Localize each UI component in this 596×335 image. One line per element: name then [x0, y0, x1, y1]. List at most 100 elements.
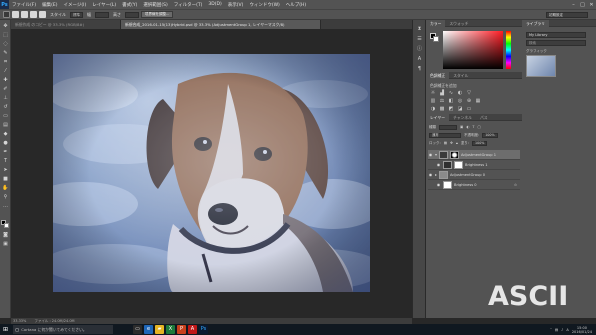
channel-mixer-icon[interactable]: ⊕	[466, 98, 472, 104]
filter-adjust-icon[interactable]: ◐	[466, 125, 469, 129]
crop-tool-icon[interactable]: ⌗	[2, 59, 9, 65]
file-explorer-icon[interactable]: ▰	[155, 325, 164, 334]
menu-window[interactable]: ウィンドウ(W)	[246, 2, 282, 8]
threshold-icon[interactable]: ◩	[448, 106, 454, 112]
screen-mode-icon[interactable]: ▣	[2, 241, 9, 247]
pen-tool-icon[interactable]: ✒	[2, 149, 9, 155]
hue-slider[interactable]	[506, 31, 511, 69]
tab-color[interactable]: カラー	[426, 19, 446, 27]
blend-mode-select[interactable]: 通常	[429, 132, 461, 138]
cortana-search-text[interactable]: Cortana に何か聞いてみてください。	[21, 327, 86, 333]
layer-row[interactable]: ◉ Brightness 0 ⊙	[428, 180, 520, 190]
brush-tool-icon[interactable]: ✐	[2, 86, 9, 92]
quick-mask-icon[interactable]: ◙	[2, 232, 9, 238]
character-panel-icon[interactable]: A	[416, 56, 423, 62]
lock-all-icon[interactable]: 🔒︎	[456, 141, 458, 145]
layer-name[interactable]: Brightness 1	[465, 163, 488, 167]
menu-image[interactable]: イメージ(I)	[60, 2, 89, 8]
healing-brush-tool-icon[interactable]: ✚	[2, 77, 9, 83]
task-view-icon[interactable]: ▭	[133, 325, 142, 334]
layer-mask-thumbnail[interactable]	[454, 160, 463, 169]
menu-3d[interactable]: 3D(D)	[205, 2, 224, 7]
eyedropper-tool-icon[interactable]: ⁄	[2, 68, 9, 74]
library-select[interactable]: My Library	[526, 32, 586, 38]
lock-position-icon[interactable]: ✥	[450, 141, 453, 145]
filter-type-icon[interactable]: T	[472, 125, 474, 129]
zoom-tool-icon[interactable]: ⚲	[2, 194, 9, 200]
layer-name[interactable]: Brightness 0	[454, 183, 477, 187]
color-background-swatch[interactable]	[433, 36, 439, 42]
curves-icon[interactable]: ∿	[448, 90, 454, 96]
vibrance-icon[interactable]: ▽	[466, 90, 472, 96]
exposure-icon[interactable]: ◐	[457, 90, 463, 96]
visibility-eye-icon[interactable]: ◉	[428, 172, 433, 177]
tray-up-icon[interactable]: ˄	[550, 328, 552, 332]
filter-shape-icon[interactable]: ▢	[478, 125, 481, 129]
info-panel-icon[interactable]: ⓘ	[416, 46, 423, 52]
photo-filter-icon[interactable]: ◎	[457, 98, 463, 104]
menu-select[interactable]: 選択範囲(S)	[140, 2, 170, 8]
menu-filter[interactable]: フィルター(T)	[171, 2, 206, 8]
path-select-tool-icon[interactable]: ➤	[2, 167, 9, 173]
levels-icon[interactable]: ▟	[439, 90, 445, 96]
layer-row[interactable]: ◉ ▸ AdjustmentGroup 0	[428, 170, 520, 180]
fill-field[interactable]: 100%	[472, 140, 488, 146]
visibility-eye-icon[interactable]: ◉	[436, 182, 441, 187]
style-select[interactable]: 標準	[70, 11, 83, 18]
eraser-tool-icon[interactable]: ▭	[2, 113, 9, 119]
blur-tool-icon[interactable]: ◆	[2, 131, 9, 137]
paragraph-panel-icon[interactable]: ¶	[416, 66, 423, 72]
windows-start-icon[interactable]: ⊞	[0, 324, 11, 335]
menu-help[interactable]: ヘルプ(H)	[283, 2, 309, 8]
minimize-icon[interactable]: –	[569, 2, 578, 8]
library-graphic-thumbnail[interactable]	[526, 55, 556, 77]
layer-row[interactable]: ◉ ▾ AdjustmentGroup 1	[428, 150, 520, 160]
powerpoint-icon[interactable]: P	[177, 325, 186, 334]
move-tool-icon[interactable]: ✥	[2, 23, 9, 29]
layer-filter-select[interactable]	[439, 124, 457, 130]
selective-color-icon[interactable]: ◪	[457, 106, 463, 112]
height-field[interactable]	[125, 11, 139, 18]
add-selection-icon[interactable]	[21, 11, 28, 18]
menu-view[interactable]: 表示(V)	[225, 2, 247, 8]
canvas-area[interactable]	[11, 29, 412, 318]
close-icon[interactable]: ✕	[587, 2, 596, 8]
layer-row[interactable]: ◉ Brightness 1	[428, 160, 520, 170]
menu-edit[interactable]: 編集(E)	[39, 2, 60, 8]
workspace-select[interactable]: 初期設定	[546, 11, 588, 18]
layer-mask-thumbnail[interactable]	[450, 150, 460, 159]
type-tool-icon[interactable]: T	[2, 158, 9, 164]
color-picker-field[interactable]	[443, 31, 503, 69]
properties-panel-icon[interactable]: ☰	[416, 36, 423, 42]
invert-icon[interactable]: ◑	[430, 106, 436, 112]
visibility-eye-icon[interactable]: ◉	[428, 152, 433, 157]
ime-icon[interactable]: A	[566, 328, 568, 332]
quick-select-tool-icon[interactable]: ✎	[2, 50, 9, 56]
zoom-readout[interactable]: 33.33%	[13, 319, 26, 323]
history-panel-icon[interactable]: ⧗	[416, 26, 423, 32]
color-lookup-icon[interactable]: ▦	[475, 98, 481, 104]
tab-document-copy[interactable]: 新規作成 のコピー @ 33.3% (RGB/8#)	[11, 20, 121, 29]
document-image[interactable]	[53, 54, 370, 292]
visibility-eye-icon[interactable]: ◉	[436, 162, 441, 167]
acrobat-icon[interactable]: A	[188, 325, 197, 334]
subtract-selection-icon[interactable]	[30, 11, 37, 18]
menu-type[interactable]: 書式(Y)	[119, 2, 140, 8]
width-field[interactable]	[95, 11, 109, 18]
lock-pixels-icon[interactable]: ▦	[444, 141, 447, 145]
background-color-swatch[interactable]	[4, 223, 9, 228]
library-search-input[interactable]: 検索	[526, 40, 586, 46]
clone-stamp-tool-icon[interactable]: ⊥	[2, 95, 9, 101]
cortana-search-box[interactable]: ◯ Cortana に何か聞いてみてください。	[13, 325, 113, 334]
gradient-map-icon[interactable]: ▭	[466, 106, 472, 112]
marquee-tool-icon[interactable]: ⬚	[2, 32, 9, 38]
posterize-icon[interactable]: ▩	[439, 106, 445, 112]
more-tools-icon[interactable]: …	[2, 203, 9, 209]
menu-layer[interactable]: レイヤー(L)	[89, 2, 119, 8]
marquee-preset-icon[interactable]	[3, 11, 10, 18]
black-white-icon[interactable]: ◧	[448, 98, 454, 104]
tab-swatches[interactable]: スウォッチ	[445, 20, 472, 27]
excel-icon[interactable]: X	[166, 325, 175, 334]
lasso-tool-icon[interactable]: ◌	[2, 41, 9, 47]
menu-file[interactable]: ファイル(F)	[9, 2, 39, 8]
